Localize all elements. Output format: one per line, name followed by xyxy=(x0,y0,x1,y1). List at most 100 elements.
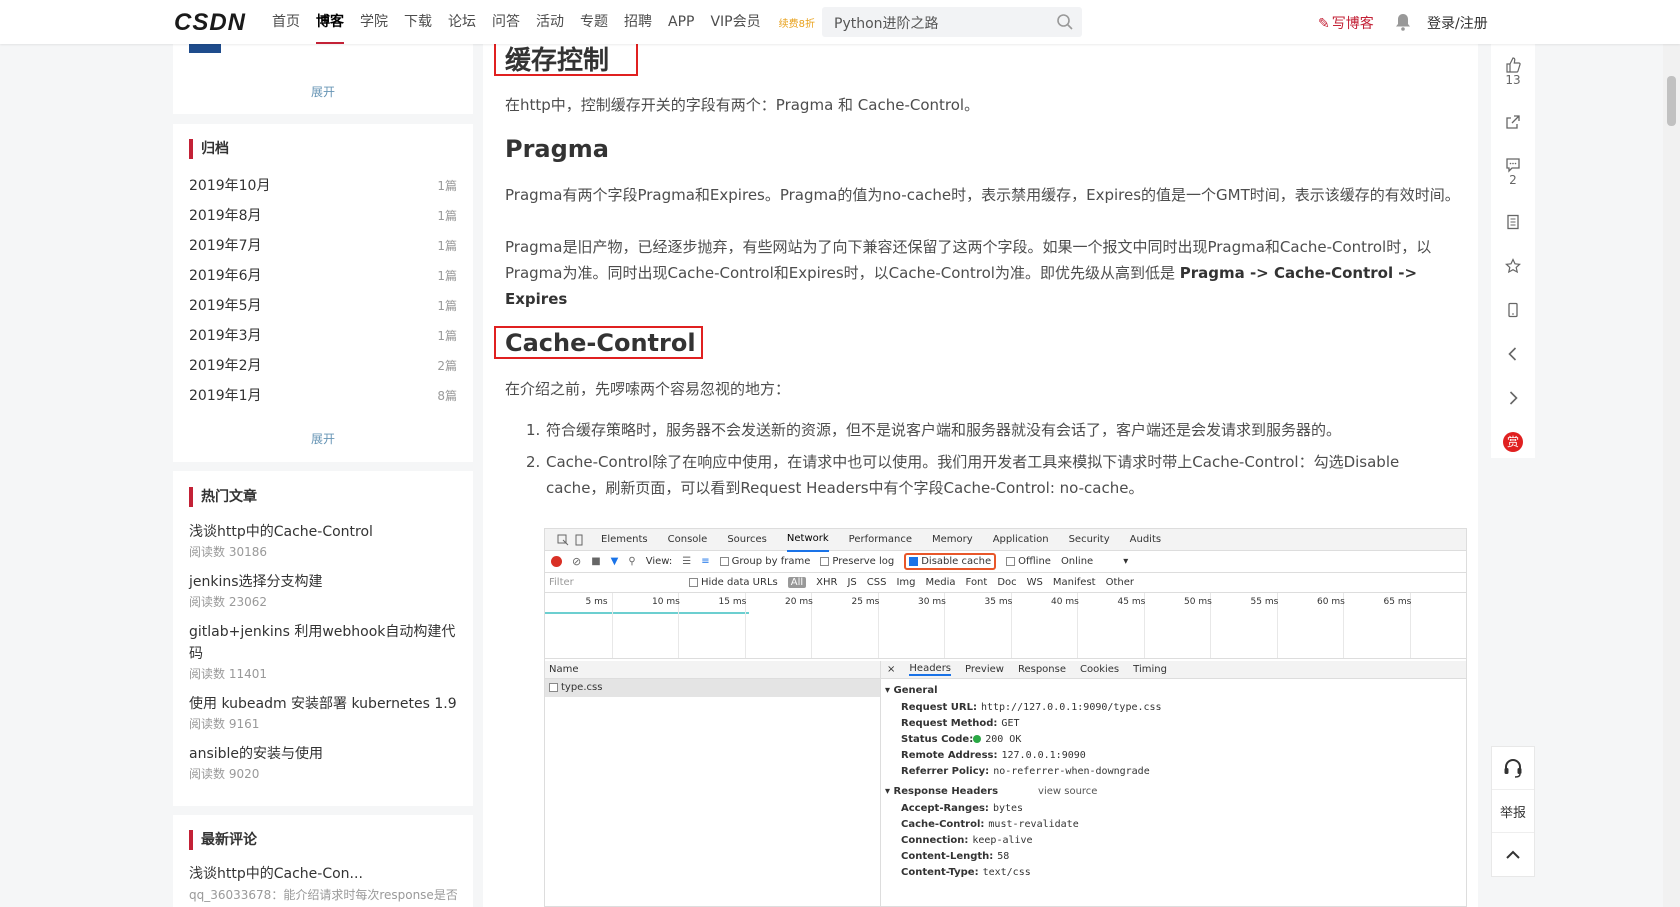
resource-type: WS xyxy=(1026,577,1043,588)
hot-article-title[interactable]: ansible的安装与使用 xyxy=(189,743,457,765)
resp-title-text: Response Headers xyxy=(893,786,999,797)
resource-type: JS xyxy=(847,577,857,588)
checkbox-icon xyxy=(719,556,729,566)
hot-article-title[interactable]: gitlab+jenkins 利用webhook自动构建代码 xyxy=(189,621,457,665)
devtools-tab: Application xyxy=(992,533,1049,545)
archive-item[interactable]: 2019年1月 8篇 xyxy=(173,381,473,411)
like-button[interactable]: 13 xyxy=(1491,44,1535,100)
timeline-tick: 10 ms xyxy=(652,597,680,607)
timeline-tick: 65 ms xyxy=(1383,597,1412,607)
header-row: Content-Length: 58 xyxy=(901,849,1466,865)
archive-month: 2019年10月 xyxy=(189,178,271,194)
nav-item[interactable]: 活动 xyxy=(536,0,564,44)
resource-type: CSS xyxy=(866,577,887,588)
timeline-tick: 50 ms xyxy=(1184,597,1212,607)
group-by-frame-label: Group by frame xyxy=(731,556,811,567)
general-title-text: General xyxy=(893,685,938,696)
hot-article-title[interactable]: 浅谈http中的Cache-Control xyxy=(189,521,457,543)
header-key: Accept-Ranges: xyxy=(901,803,989,814)
archive-item[interactable]: 2019年3月 1篇 xyxy=(173,321,473,351)
partial-item-thumb xyxy=(189,44,221,53)
detail-tab: Response xyxy=(1017,664,1066,675)
hot-article[interactable]: ansible的安装与使用 阅读数 9020 xyxy=(173,743,473,783)
nav-item[interactable]: 专题 xyxy=(580,0,608,44)
hot-article[interactable]: 使用 kubeadm 安装部署 kubernetes 1.9 阅读数 9161 xyxy=(173,693,473,733)
write-blog-button[interactable]: ✎ 写博客 xyxy=(1318,13,1374,33)
hot-article-title[interactable]: 使用 kubeadm 安装部署 kubernetes 1.9 xyxy=(189,693,457,715)
devtools-screenshot: Elements Console Sources Network Performance… xyxy=(544,528,1467,907)
nav-item[interactable]: 招聘 xyxy=(624,0,652,44)
nav-item[interactable]: 首页 xyxy=(272,0,300,44)
search-icon[interactable] xyxy=(1056,13,1074,31)
logo-letters: SDN xyxy=(192,9,247,36)
archive-month: 2019年7月 xyxy=(189,238,262,254)
disable-cache-label: Disable cache xyxy=(921,556,992,567)
group-by-frame: Group by frame xyxy=(719,556,811,567)
archive-item[interactable]: 2019年6月 1篇 xyxy=(173,261,473,291)
archive-expand-link[interactable]: 展开 xyxy=(173,430,473,447)
nav-item[interactable]: 博客 xyxy=(316,0,344,44)
resource-type: Media xyxy=(925,577,956,588)
favorite-button[interactable] xyxy=(1491,244,1535,288)
archive-item[interactable]: 2019年5月 1篇 xyxy=(173,291,473,321)
comment-item[interactable]: 浅谈http中的Cache-Con... qq_36033678：能介绍请求时每… xyxy=(173,863,473,905)
detail-tabs: × Headers Preview Response Cookies Timing xyxy=(881,661,1466,679)
clear-icon: ⊘ xyxy=(572,555,582,568)
back-to-top-button[interactable] xyxy=(1492,833,1534,876)
timeline-tick: 20 ms xyxy=(785,597,813,607)
archive-title-text: 归档 xyxy=(201,141,229,157)
timeline-tick: 15 ms xyxy=(718,597,747,607)
expand-link[interactable]: 展开 xyxy=(173,83,473,100)
pen-icon: ✎ xyxy=(1318,16,1330,32)
header-key: Remote Address: xyxy=(901,750,998,761)
scrollbar-thumb[interactable] xyxy=(1667,76,1676,126)
prev-article-button[interactable] xyxy=(1491,332,1535,376)
search-input[interactable]: Python进阶之路 xyxy=(834,13,939,33)
note-number: 1. xyxy=(526,421,541,439)
hot-article[interactable]: 浅谈http中的Cache-Control 阅读数 30186 xyxy=(173,521,473,561)
archive-item[interactable]: 2019年10月 1篇 xyxy=(173,171,473,201)
nav-item[interactable]: VIP会员 xyxy=(710,0,760,44)
share-button[interactable] xyxy=(1491,100,1535,144)
archive-item[interactable]: 2019年2月 2篇 xyxy=(173,351,473,381)
timeline-tick: 55 ms xyxy=(1250,597,1279,607)
reward-icon: 赏 xyxy=(1503,432,1523,452)
bell-icon[interactable] xyxy=(1395,13,1411,31)
search-box[interactable]: Python进阶之路 xyxy=(822,7,1082,37)
customer-service-button[interactable] xyxy=(1492,747,1534,790)
hot-article-title[interactable]: jenkins选择分支构建 xyxy=(189,571,457,593)
hot-title-text: 热门文章 xyxy=(201,489,257,505)
hot-article[interactable]: jenkins选择分支构建 阅读数 23062 xyxy=(173,571,473,611)
header-value: no-referrer-when-downgrade xyxy=(993,766,1150,777)
header-key: Referrer Policy: xyxy=(901,766,990,777)
csdn-logo[interactable]: CSDN xyxy=(174,9,246,37)
nav-item[interactable]: 论坛 xyxy=(448,0,476,44)
nav-item[interactable]: APP xyxy=(668,0,694,44)
catalog-button[interactable] xyxy=(1491,200,1535,244)
mobile-button[interactable] xyxy=(1491,288,1535,332)
nav-item[interactable]: 学院 xyxy=(360,0,388,44)
archive-item[interactable]: 2019年8月 1篇 xyxy=(173,201,473,231)
header-key: Content-Length: xyxy=(901,851,994,862)
main-nav: 首页 博客 学院 下载 论坛 问答 活动 专题 招聘 APP VIP会员 续费8折 xyxy=(272,0,815,44)
archive-item[interactable]: 2019年7月 1篇 xyxy=(173,231,473,261)
nav-item[interactable]: 下载 xyxy=(404,0,432,44)
reward-button[interactable]: 赏 xyxy=(1491,420,1535,464)
header-row: Request URL: http://127.0.0.1:9090/type.c… xyxy=(901,700,1466,716)
report-button[interactable]: 举报 xyxy=(1492,790,1534,833)
next-article-button[interactable] xyxy=(1491,376,1535,420)
login-register-link[interactable]: 登录/注册 xyxy=(1427,13,1488,33)
header-key: Request URL: xyxy=(901,702,977,713)
detail-tab: Cookies xyxy=(1079,664,1120,675)
timeline-tick: 25 ms xyxy=(851,597,880,607)
response-headers-list: Accept-Ranges: bytes Cache-Control: must-re… xyxy=(881,801,1466,881)
timeline-tick: 30 ms xyxy=(918,597,946,607)
timeline-gridline xyxy=(611,593,613,658)
page-scrollbar[interactable] xyxy=(1663,44,1680,907)
comment-article-title[interactable]: 浅谈http中的Cache-Con... xyxy=(189,863,457,885)
nav-item[interactable]: 问答 xyxy=(492,0,520,44)
hot-article-reads: 阅读数 9161 xyxy=(189,717,260,731)
hot-article[interactable]: gitlab+jenkins 利用webhook自动构建代码 阅读数 11401 xyxy=(173,621,473,683)
preserve-log-label: Preserve log xyxy=(832,556,895,567)
comment-button[interactable]: 2 xyxy=(1491,144,1535,200)
